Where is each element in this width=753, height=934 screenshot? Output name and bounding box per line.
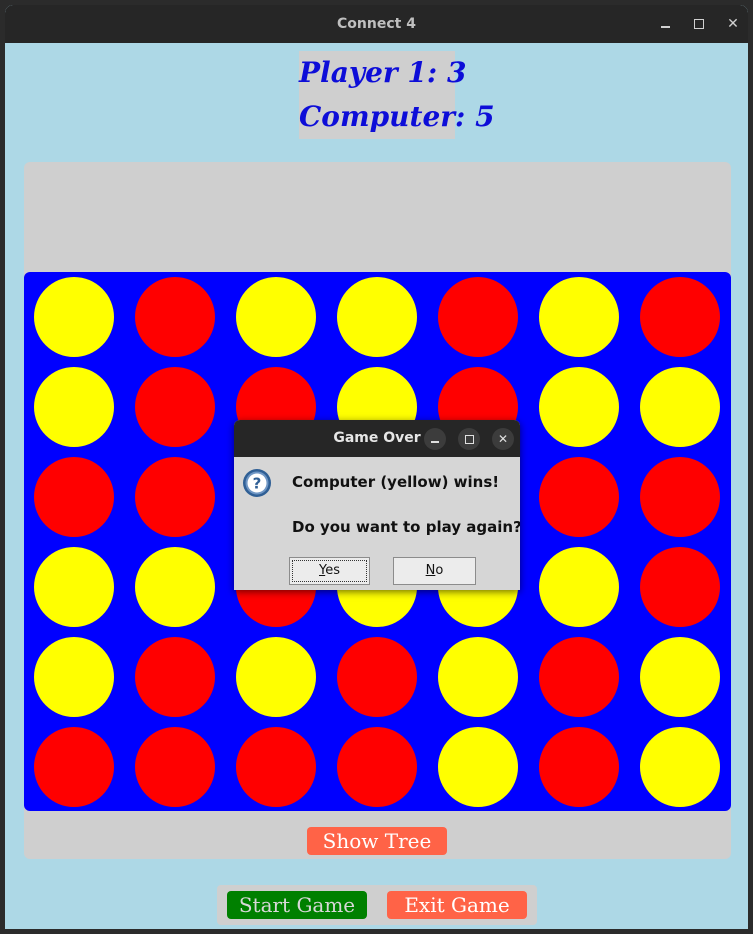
no-button[interactable]: No bbox=[393, 557, 476, 585]
yes-label: es bbox=[325, 563, 340, 578]
svg-text:?: ? bbox=[253, 475, 262, 493]
disc-red bbox=[337, 727, 417, 807]
disc-red bbox=[135, 367, 215, 447]
disc-yellow bbox=[539, 367, 619, 447]
disc-red bbox=[135, 457, 215, 537]
disc-yellow bbox=[337, 277, 417, 357]
disc-yellow bbox=[640, 727, 720, 807]
window-titlebar: Connect 4 ✕ bbox=[5, 5, 748, 43]
disc-red bbox=[135, 277, 215, 357]
no-label: o bbox=[435, 563, 444, 578]
disc-yellow bbox=[236, 277, 316, 357]
minimize-icon[interactable] bbox=[655, 14, 675, 34]
disc-yellow bbox=[34, 637, 114, 717]
show-tree-button[interactable]: Show Tree bbox=[307, 827, 447, 855]
disc-red bbox=[539, 727, 619, 807]
disc-red bbox=[539, 457, 619, 537]
disc-yellow bbox=[438, 637, 518, 717]
disc-red bbox=[438, 277, 518, 357]
game-over-dialog: Game Over ✕ ? Computer (yellow) wins! Do… bbox=[234, 420, 520, 590]
disc-yellow bbox=[539, 547, 619, 627]
computer-score: Computer: 5 bbox=[299, 100, 495, 133]
disc-red bbox=[640, 547, 720, 627]
player1-score: Player 1: 3 bbox=[299, 56, 467, 89]
disc-red bbox=[539, 637, 619, 717]
window-title: Connect 4 bbox=[337, 16, 416, 32]
scoreboard: Player 1: 3 Computer: 5 bbox=[299, 51, 495, 139]
dialog-message-line2: Do you want to play again? bbox=[292, 518, 520, 536]
disc-red bbox=[135, 727, 215, 807]
close-icon[interactable]: ✕ bbox=[723, 14, 743, 34]
disc-yellow bbox=[34, 367, 114, 447]
no-mnemonic: N bbox=[425, 563, 436, 578]
disc-yellow bbox=[34, 277, 114, 357]
maximize-icon[interactable] bbox=[689, 14, 709, 34]
app-window: Connect 4 ✕ Player 1: 3 Computer: 5 Show… bbox=[5, 5, 748, 929]
disc-yellow bbox=[236, 637, 316, 717]
question-icon: ? bbox=[243, 469, 271, 497]
dialog-close-icon[interactable]: ✕ bbox=[492, 428, 514, 450]
disc-red bbox=[640, 277, 720, 357]
disc-red bbox=[135, 637, 215, 717]
yes-button[interactable]: Yes bbox=[289, 557, 370, 585]
disc-red bbox=[337, 637, 417, 717]
exit-game-button[interactable]: Exit Game bbox=[387, 891, 527, 919]
disc-red bbox=[34, 457, 114, 537]
disc-red bbox=[34, 727, 114, 807]
disc-yellow bbox=[34, 547, 114, 627]
disc-red bbox=[640, 457, 720, 537]
dialog-maximize-icon[interactable] bbox=[458, 428, 480, 450]
disc-red bbox=[236, 727, 316, 807]
dialog-message-line1: Computer (yellow) wins! bbox=[292, 473, 500, 491]
disc-yellow bbox=[640, 367, 720, 447]
start-game-button[interactable]: Start Game bbox=[227, 891, 367, 919]
disc-yellow bbox=[438, 727, 518, 807]
dialog-minimize-icon[interactable] bbox=[424, 428, 446, 450]
disc-yellow bbox=[135, 547, 215, 627]
disc-yellow bbox=[539, 277, 619, 357]
dialog-titlebar: Game Over ✕ bbox=[234, 420, 520, 457]
disc-yellow bbox=[640, 637, 720, 717]
